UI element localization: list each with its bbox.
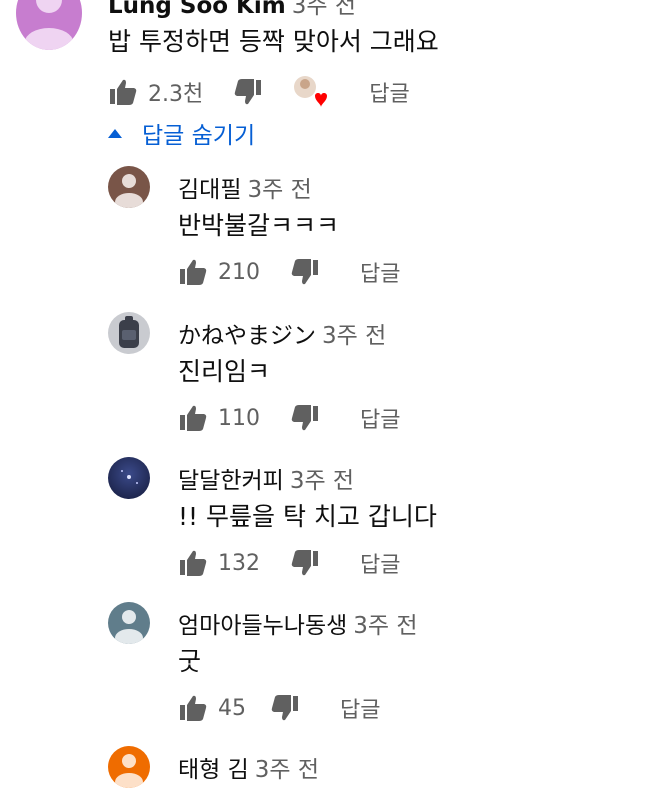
- thumbs-down-icon: [234, 79, 262, 105]
- like-button[interactable]: [178, 693, 208, 723]
- thumbs-down-icon: [291, 259, 318, 285]
- top-comment-avatar[interactable]: [16, 0, 82, 50]
- dislike-button[interactable]: [270, 693, 300, 723]
- creator-heart: [291, 74, 328, 110]
- reply-avatar[interactable]: [108, 166, 150, 208]
- user-silhouette-icon: [115, 610, 143, 644]
- reply-time[interactable]: 3주 전: [255, 757, 319, 783]
- thumbs-up-icon: [110, 79, 137, 105]
- top-comment-time[interactable]: 3주 전: [292, 0, 356, 19]
- reply-text: !! 무릎을 탁 치고 갑니다: [178, 502, 437, 531]
- thumbs-down-icon: [291, 550, 318, 576]
- reply-header: かねやまジン 3주 전: [178, 316, 386, 350]
- reply-avatar[interactable]: [108, 746, 150, 788]
- like-count: 110: [218, 405, 260, 431]
- dislike-button[interactable]: [233, 77, 263, 107]
- like-count: 2.3천: [148, 82, 204, 107]
- reply-avatar[interactable]: [108, 602, 150, 644]
- reply-avatar[interactable]: [108, 457, 150, 499]
- reply-header: 달달한커피 3주 전: [178, 461, 354, 495]
- like-button[interactable]: [178, 257, 208, 287]
- thumbs-up-icon: [180, 695, 207, 721]
- dislike-button[interactable]: [290, 403, 320, 433]
- reply-header: 김대필 3주 전: [178, 170, 312, 204]
- like-button[interactable]: [178, 548, 208, 578]
- reply-author[interactable]: 달달한커피: [178, 468, 284, 494]
- reply-actions: 132 답글: [178, 545, 400, 581]
- top-comment-actions: 2.3천 답글: [108, 74, 410, 110]
- like-count: 132: [218, 550, 260, 576]
- like-count: 210: [218, 259, 260, 285]
- reply-time[interactable]: 3주 전: [290, 468, 354, 494]
- chevron-up-icon: [108, 128, 122, 138]
- reply-time[interactable]: 3주 전: [247, 177, 311, 203]
- like-count: 45: [218, 695, 246, 721]
- thumbs-up-icon: [180, 259, 207, 285]
- top-comment-text: 밥 투정하면 등짝 맞아서 그래요: [108, 27, 439, 56]
- reply-actions: 45 답글: [178, 690, 380, 726]
- reply-time[interactable]: 3주 전: [322, 323, 386, 349]
- thumbs-down-icon: [271, 695, 298, 721]
- reply-author[interactable]: 엄마아들누나동생: [178, 613, 347, 639]
- like-button[interactable]: [178, 403, 208, 433]
- user-silhouette-icon: [115, 174, 143, 208]
- reply-button[interactable]: 답글: [369, 76, 409, 108]
- reply-actions: 110 답글: [178, 400, 400, 436]
- reply-button[interactable]: 답글: [360, 256, 400, 288]
- reply-text: 진리임ㅋ: [178, 357, 271, 386]
- reply-text: 반박불갈ㅋㅋㅋ: [178, 211, 340, 240]
- reply-avatar[interactable]: [108, 312, 150, 354]
- reply-author[interactable]: 김대필: [178, 177, 241, 203]
- hide-replies-toggle[interactable]: 답글 숨기기: [108, 116, 255, 150]
- dislike-button[interactable]: [290, 257, 320, 287]
- reply-time[interactable]: 3주 전: [353, 613, 417, 639]
- thumbs-up-icon: [180, 550, 207, 576]
- user-silhouette-icon: [25, 0, 73, 50]
- reply-button[interactable]: 답글: [360, 402, 400, 434]
- top-comment-header: Lung Soo Kim 3주 전: [108, 0, 356, 20]
- reply-header: 엄마아들누나동생 3주 전: [178, 606, 418, 640]
- thumbs-up-icon: [180, 405, 207, 431]
- dislike-button[interactable]: [290, 548, 320, 578]
- backpack-photo-icon: [119, 316, 139, 348]
- reply-text: 굿: [178, 647, 202, 676]
- reply-button[interactable]: 답글: [360, 547, 400, 579]
- hide-replies-label: 답글 숨기기: [142, 123, 256, 149]
- reply-header: 태형 김 3주 전: [178, 750, 319, 784]
- reply-author[interactable]: 태형 김: [178, 757, 249, 783]
- reply-button[interactable]: 답글: [340, 692, 380, 724]
- thumbs-down-icon: [291, 405, 318, 431]
- reply-actions: 210 답글: [178, 254, 400, 290]
- night-sky-icon: [121, 470, 138, 484]
- like-button[interactable]: [108, 77, 138, 107]
- reply-author[interactable]: かねやまジン: [178, 323, 316, 349]
- creator-heart-icon: [294, 76, 328, 107]
- user-silhouette-icon: [115, 754, 143, 788]
- top-comment-author[interactable]: Lung Soo Kim: [108, 0, 286, 19]
